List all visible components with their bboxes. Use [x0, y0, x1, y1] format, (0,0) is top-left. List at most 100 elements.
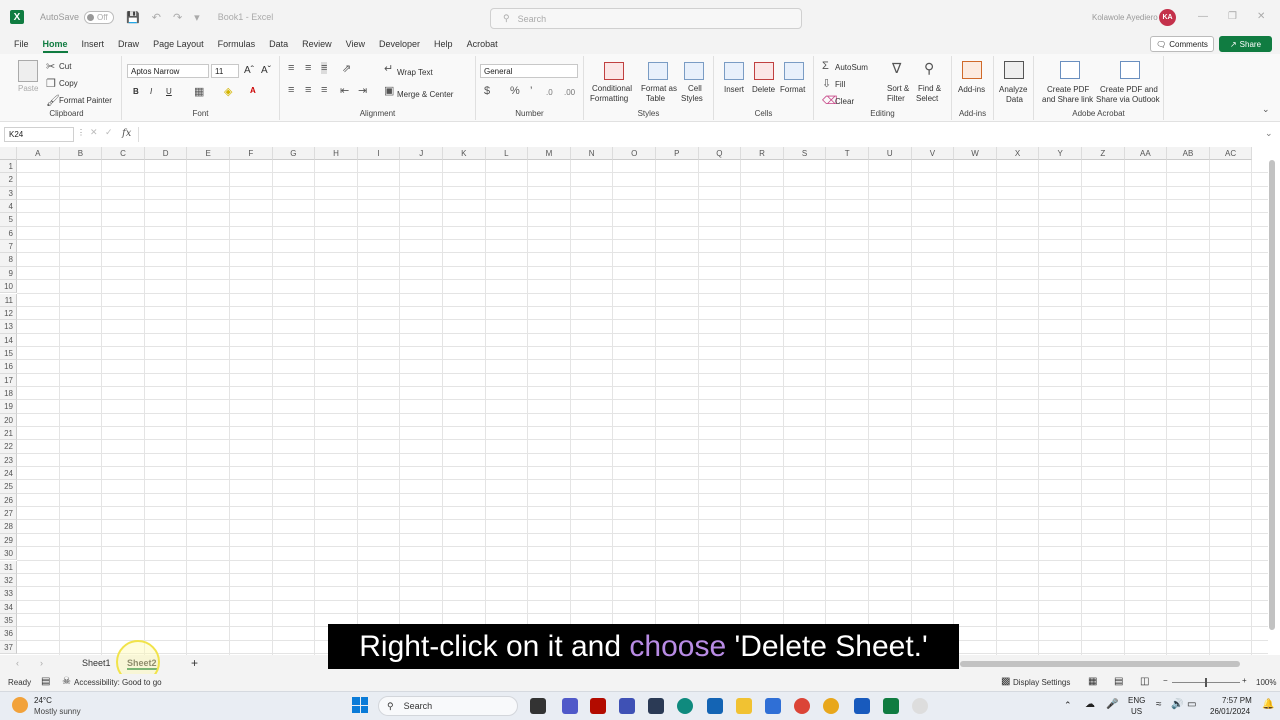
column-header-e[interactable]: E: [187, 147, 230, 160]
row-header-5[interactable]: 5: [0, 213, 17, 227]
copy-button[interactable]: Copy: [59, 79, 78, 88]
row-header-12[interactable]: 12: [0, 306, 17, 321]
shrink-font-icon[interactable]: Aˇ: [261, 65, 271, 76]
column-header-aa[interactable]: AA: [1124, 147, 1168, 160]
task-view-icon[interactable]: [530, 698, 546, 714]
zoom-out-icon[interactable]: −: [1163, 676, 1168, 685]
redo-icon[interactable]: ↷: [173, 11, 182, 24]
row-header-17[interactable]: 17: [0, 373, 17, 387]
column-header-g[interactable]: G: [272, 147, 316, 160]
share-button[interactable]: ↗ Share: [1219, 36, 1272, 52]
row-header-35[interactable]: 35: [0, 613, 17, 628]
avatar[interactable]: KA: [1159, 9, 1176, 26]
tab-view[interactable]: View: [346, 39, 365, 49]
addins-icon[interactable]: [962, 61, 982, 79]
row-header-9[interactable]: 9: [0, 266, 17, 281]
row-header-14[interactable]: 14: [0, 333, 17, 347]
row-header-36[interactable]: 36: [0, 627, 17, 641]
cloud-icon[interactable]: ☁: [1085, 699, 1095, 710]
new-sheet-button[interactable]: +: [191, 656, 198, 670]
conditional-formatting-icon[interactable]: [604, 62, 624, 80]
word-icon[interactable]: [854, 698, 870, 714]
row-header-20[interactable]: 20: [0, 413, 17, 427]
conditional-formatting-label-2[interactable]: Formatting: [590, 94, 628, 103]
row-header-37[interactable]: 37: [0, 640, 17, 654]
weather-desc[interactable]: Mostly sunny: [34, 707, 81, 716]
row-header-10[interactable]: 10: [0, 280, 17, 294]
row-header-16[interactable]: 16: [0, 360, 17, 374]
cut-button[interactable]: Cut: [59, 62, 71, 71]
format-as-table-label-2[interactable]: Table: [646, 94, 665, 103]
column-header-f[interactable]: F: [230, 147, 273, 160]
vertical-scrollbar[interactable]: [1269, 160, 1275, 630]
column-header-r[interactable]: R: [741, 147, 784, 160]
row-header-33[interactable]: 33: [0, 587, 17, 601]
format-cells-icon[interactable]: [784, 62, 804, 80]
create-pdf-outlook-label-2[interactable]: Share via Outlook: [1096, 95, 1160, 104]
bold-icon[interactable]: B: [133, 87, 139, 96]
zoom-slider-thumb[interactable]: [1205, 678, 1207, 687]
tab-home[interactable]: Home: [42, 39, 68, 53]
addins-button[interactable]: Add-ins: [958, 85, 985, 94]
column-header-y[interactable]: Y: [1039, 147, 1082, 160]
autosave[interactable]: AutoSave Off: [40, 10, 115, 24]
cell-styles-icon[interactable]: [684, 62, 704, 80]
align-top-icon[interactable]: ≡: [288, 62, 294, 74]
decrease-indent-icon[interactable]: ⇤: [340, 84, 349, 97]
row-header-28[interactable]: 28: [0, 520, 17, 534]
column-header-c[interactable]: C: [102, 147, 145, 160]
format-as-table-label[interactable]: Format as: [641, 84, 677, 93]
battery-icon[interactable]: ▭: [1187, 699, 1196, 710]
confirm-entry-icon[interactable]: ✓: [105, 127, 113, 138]
grow-font-icon[interactable]: Aˆ: [244, 65, 254, 76]
acrobat-icon[interactable]: [590, 698, 606, 714]
tray-overflow-icon[interactable]: ⌃: [1064, 700, 1072, 711]
row-header-29[interactable]: 29: [0, 533, 17, 548]
tab-data[interactable]: Data: [269, 39, 288, 49]
row-header-3[interactable]: 3: [0, 186, 17, 201]
cell-styles-label[interactable]: Cell: [688, 84, 702, 93]
file-explorer-icon[interactable]: [736, 698, 752, 714]
collapse-ribbon-icon[interactable]: ⌄: [1262, 104, 1270, 115]
increase-decimal-icon[interactable]: .0: [546, 88, 553, 97]
obs-icon[interactable]: [912, 698, 928, 714]
underline-icon[interactable]: U: [166, 87, 172, 96]
page-layout-view-icon[interactable]: ▤: [1114, 676, 1123, 687]
format-cells-button[interactable]: Format: [780, 85, 805, 94]
cell-styles-label-2[interactable]: Styles: [681, 94, 703, 103]
row-header-26[interactable]: 26: [0, 493, 17, 508]
paste-icon[interactable]: [18, 60, 38, 82]
sort-filter-label-2[interactable]: Filter: [887, 94, 905, 103]
column-header-x[interactable]: X: [996, 147, 1040, 160]
tab-file[interactable]: File: [14, 39, 29, 49]
find-select-icon[interactable]: ⚲: [924, 60, 934, 77]
insert-cells-button[interactable]: Insert: [724, 85, 744, 94]
teams-icon[interactable]: [562, 698, 578, 714]
fill-button[interactable]: Fill: [835, 80, 845, 89]
tab-draw[interactable]: Draw: [118, 39, 139, 49]
select-all-corner[interactable]: [0, 147, 17, 160]
clear-button[interactable]: Clear: [835, 97, 854, 106]
row-header-31[interactable]: 31: [0, 560, 17, 574]
row-header-24[interactable]: 24: [0, 467, 17, 481]
wrap-text-button[interactable]: Wrap Text: [397, 68, 433, 77]
align-left-icon[interactable]: ≡: [288, 84, 294, 96]
vpn-icon[interactable]: [707, 698, 723, 714]
mail-icon[interactable]: [765, 698, 781, 714]
scroll-tabs-left-icon[interactable]: ‹: [16, 658, 19, 668]
tab-help[interactable]: Help: [434, 39, 453, 49]
column-header-n[interactable]: N: [570, 147, 614, 160]
scroll-tabs-right-icon[interactable]: ›: [40, 658, 43, 668]
expand-formula-bar-icon[interactable]: ⌄: [1265, 128, 1273, 139]
font-name-select[interactable]: Aptos Narrow: [127, 64, 209, 78]
notification-icon[interactable]: 🔔: [1262, 699, 1274, 710]
restore-icon[interactable]: ❐: [1228, 11, 1237, 22]
row-header-18[interactable]: 18: [0, 386, 17, 401]
microphone-icon[interactable]: 🎤: [1106, 699, 1118, 710]
column-header-l[interactable]: L: [485, 147, 529, 160]
undo-icon[interactable]: ↶: [152, 11, 161, 24]
accessibility-icon[interactable]: ☠: [62, 676, 71, 687]
column-header-q[interactable]: Q: [698, 147, 742, 160]
merge-center-button[interactable]: Merge & Center: [397, 90, 453, 99]
paste-label[interactable]: Paste: [18, 84, 38, 93]
